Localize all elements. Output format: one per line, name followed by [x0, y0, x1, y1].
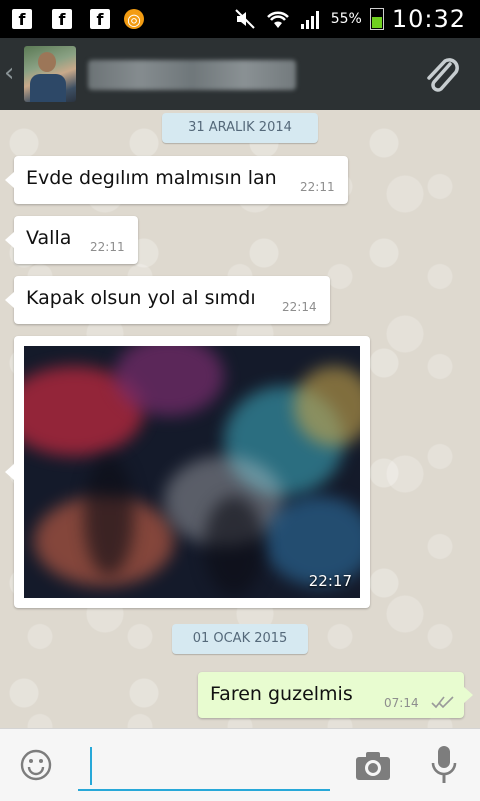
message-bubble-outgoing[interactable]: Faren guzelmis 07:14	[198, 672, 473, 718]
mute-icon	[234, 9, 255, 29]
signal-icon	[300, 11, 319, 29]
wifi-icon	[266, 11, 289, 28]
status-bar: f f f ◎ 55% 10:32	[0, 0, 480, 38]
image-message-bubble[interactable]: 22:17	[5, 336, 370, 608]
message-text: Faren guzelmis	[210, 683, 353, 705]
message-time: 07:14	[384, 696, 419, 710]
paperclip-icon[interactable]	[420, 54, 464, 98]
message-time: 22:11	[90, 240, 125, 254]
message-bubble[interactable]: Evde degılım malmısın lan 22:11	[5, 156, 348, 204]
message-input-underline	[78, 789, 330, 791]
camera-icon[interactable]	[355, 751, 391, 781]
battery-icon	[369, 8, 384, 30]
contact-avatar[interactable]	[24, 46, 76, 102]
microphone-icon[interactable]	[430, 745, 458, 785]
facebook-icon: f	[12, 9, 32, 29]
status-clock: 10:32	[391, 5, 466, 33]
message-input[interactable]	[94, 749, 328, 787]
message-time: 22:17	[308, 572, 352, 590]
back-icon[interactable]: ‹	[4, 60, 14, 86]
smiley-icon[interactable]	[20, 749, 52, 781]
chat-area[interactable]: 31 ARALIK 2014 Evde degılım malmısın lan…	[0, 110, 480, 728]
message-text: Kapak olsun yol al sımdı	[26, 287, 256, 309]
message-time: 22:11	[300, 180, 335, 194]
facebook-icon: f	[90, 9, 110, 29]
double-check-icon	[431, 696, 454, 709]
chat-header: ‹	[0, 38, 480, 110]
battery-percent: 55%	[330, 11, 362, 27]
message-text: Valla	[26, 227, 72, 249]
alarm-icon: ◎	[124, 9, 144, 29]
date-separator: 31 ARALIK 2014	[162, 113, 318, 143]
message-text: Evde degılım malmısın lan	[26, 167, 277, 189]
message-time: 22:14	[282, 300, 317, 314]
message-photo[interactable]: 22:17	[24, 346, 360, 598]
compose-bar	[0, 728, 480, 801]
message-bubble[interactable]: Kapak olsun yol al sımdı 22:14	[5, 276, 330, 324]
date-separator: 01 OCAK 2015	[172, 624, 308, 654]
contact-name-blurred[interactable]	[88, 60, 296, 90]
message-bubble[interactable]: Valla 22:11	[5, 216, 138, 264]
text-cursor	[90, 747, 92, 785]
facebook-icon: f	[52, 9, 72, 29]
